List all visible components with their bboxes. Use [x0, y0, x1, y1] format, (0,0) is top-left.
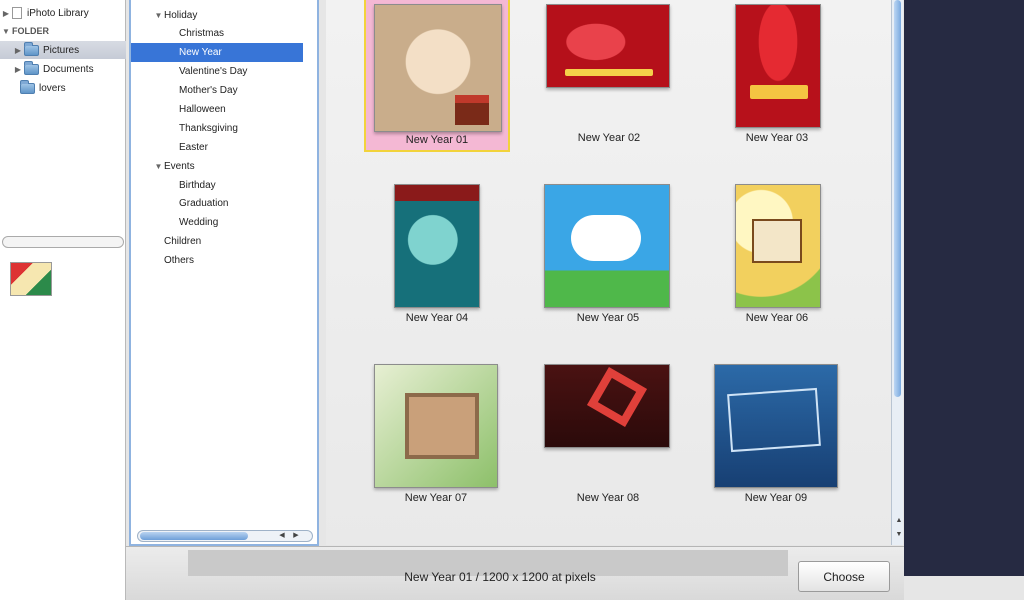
template-thumbnail [374, 364, 498, 488]
folder-icon [24, 41, 39, 56]
source-sidebar: ▶ iPhoto Library ▼ FOLDER ▶ Pictures ▶ D… [0, 0, 126, 600]
greeting-banner [565, 69, 653, 76]
template-tile-new-year-03[interactable]: New Year 03 [726, 0, 828, 170]
sidebar-item-label: iPhoto Library [27, 7, 89, 19]
disclosure-triangle-icon[interactable]: ▶ [12, 46, 24, 55]
tree-horizontal-scrollbar[interactable]: ◀ ▶ [137, 530, 313, 542]
tree-item-label: Thanksgiving [179, 123, 238, 134]
sidebar-item-iphoto-library[interactable]: ▶ iPhoto Library [0, 4, 126, 22]
disclosure-triangle-icon[interactable]: ▶ [12, 65, 24, 74]
template-label: New Year 09 [744, 492, 808, 504]
template-thumbnail [544, 364, 670, 448]
background-panel [904, 0, 1024, 576]
tree-item-christmas[interactable]: Christmas [131, 24, 303, 43]
tree-item-new-year[interactable]: New Year [131, 43, 303, 62]
tree-item-label: Mother's Day [179, 85, 238, 96]
tree-item-label: Children [164, 236, 202, 247]
template-label: New Year 03 [745, 132, 809, 144]
template-tile-new-year-01[interactable]: New Year 01 [364, 0, 510, 152]
scrollbar-thumb[interactable] [894, 0, 901, 397]
scrollbar-thumb[interactable] [140, 532, 248, 540]
tree-item-label: Christmas [179, 28, 225, 39]
sidebar-item-documents[interactable]: ▶ Documents [0, 60, 126, 78]
sidebar-item-label: Documents [43, 63, 94, 75]
scroll-right-arrow-icon[interactable]: ▶ [290, 531, 302, 541]
tree-item-graduation[interactable]: Graduation [131, 194, 303, 213]
cloud-illustration [571, 215, 641, 261]
tree-item-label: Graduation [179, 198, 229, 209]
frame-outline-graphic [727, 387, 821, 453]
template-label: New Year 08 [576, 492, 640, 504]
tree-item-events[interactable]: ▼ Events [131, 157, 303, 176]
tree-item-label: Easter [179, 142, 208, 153]
template-grid: New Year 01 New Year 02 New Year 03 New … [326, 0, 891, 545]
tree-item-label: Halloween [179, 104, 226, 115]
tree-item-birthday[interactable]: Birthday [131, 176, 303, 195]
template-label: New Year 04 [405, 312, 469, 324]
tree-item-label: New Year [179, 47, 222, 58]
tree-item-valentines-day[interactable]: Valentine's Day [131, 62, 303, 81]
folder-icon [20, 79, 35, 94]
tree-item-children[interactable]: Children [131, 232, 303, 251]
template-thumbnail [374, 4, 502, 132]
category-tree: ▼ Holiday Christmas New Year Valentine's… [129, 0, 319, 546]
grid-vertical-scrollbar[interactable]: ▲ ▼ [891, 0, 903, 545]
template-label: New Year 05 [576, 312, 640, 324]
tree-item-label: Others [164, 255, 195, 266]
tree-item-holiday[interactable]: ▼ Holiday [131, 6, 303, 25]
template-thumbnail [394, 184, 480, 308]
template-thumbnail [735, 4, 821, 128]
tree-item-halloween[interactable]: Halloween [131, 100, 303, 119]
sidebar-horizontal-scrollbar[interactable] [2, 236, 124, 248]
template-tile-new-year-09[interactable]: New Year 09 [712, 360, 840, 530]
template-label: New Year 02 [577, 132, 641, 144]
template-thumbnail [546, 4, 670, 88]
template-label: New Year 06 [745, 312, 809, 324]
year-2012-graphic [750, 85, 808, 99]
template-tile-new-year-02[interactable]: New Year 02 [546, 0, 672, 170]
template-label: New Year 07 [404, 492, 468, 504]
status-text: New Year 01 / 1200 x 1200 at pixels [404, 570, 596, 584]
ribbon-graphic [395, 185, 479, 201]
choose-button[interactable]: Choose [798, 561, 890, 592]
tree-item-others[interactable]: Others [131, 251, 303, 270]
tree-item-easter[interactable]: Easter [131, 138, 303, 157]
tree-item-wedding[interactable]: Wedding [131, 213, 303, 232]
template-tile-new-year-08[interactable]: New Year 08 [544, 360, 672, 530]
template-label: New Year 01 [405, 134, 469, 146]
document-icon [12, 7, 22, 19]
sidebar-item-lovers[interactable]: lovers [0, 79, 126, 97]
tree-item-thanksgiving[interactable]: Thanksgiving [131, 119, 303, 138]
template-thumbnail [544, 184, 670, 308]
tree-item-mothers-day[interactable]: Mother's Day [131, 81, 303, 100]
tree-item-label: Holiday [164, 10, 198, 21]
tree-item-label: Birthday [179, 180, 216, 191]
scroll-left-arrow-icon[interactable]: ◀ [276, 531, 288, 541]
tree-item-label: Events [164, 161, 195, 172]
disclosure-triangle-icon[interactable]: ▼ [0, 27, 12, 36]
template-tile-new-year-04[interactable]: New Year 04 [386, 180, 488, 350]
sidebar-item-label: Pictures [43, 44, 80, 56]
template-tile-new-year-06[interactable]: New Year 06 [726, 180, 828, 350]
disclosure-triangle-icon[interactable]: ▶ [0, 9, 12, 18]
disclosure-triangle-icon[interactable]: ▼ [153, 11, 164, 20]
selected-photo-thumbnail[interactable] [10, 262, 52, 296]
template-tile-new-year-05[interactable]: New Year 05 [544, 180, 672, 350]
folder-icon [24, 60, 39, 75]
tree-item-label: Wedding [179, 217, 219, 228]
template-thumbnail [735, 184, 821, 308]
template-tile-new-year-07[interactable]: New Year 07 [372, 360, 500, 530]
house-illustration [455, 95, 489, 125]
sidebar-header-label: FOLDER [12, 26, 49, 36]
sidebar-item-label: lovers [39, 82, 66, 94]
hexagon-ring-graphic [586, 366, 648, 428]
photo-frame-illustration [405, 393, 479, 459]
sidebar-folder-header[interactable]: ▼ FOLDER [0, 22, 126, 40]
tree-item-label: Valentine's Day [179, 66, 248, 77]
wooden-sign-illustration [752, 219, 802, 263]
disclosure-triangle-icon[interactable]: ▼ [153, 162, 164, 171]
sidebar-item-pictures[interactable]: ▶ Pictures [0, 41, 126, 59]
template-thumbnail [714, 364, 838, 488]
